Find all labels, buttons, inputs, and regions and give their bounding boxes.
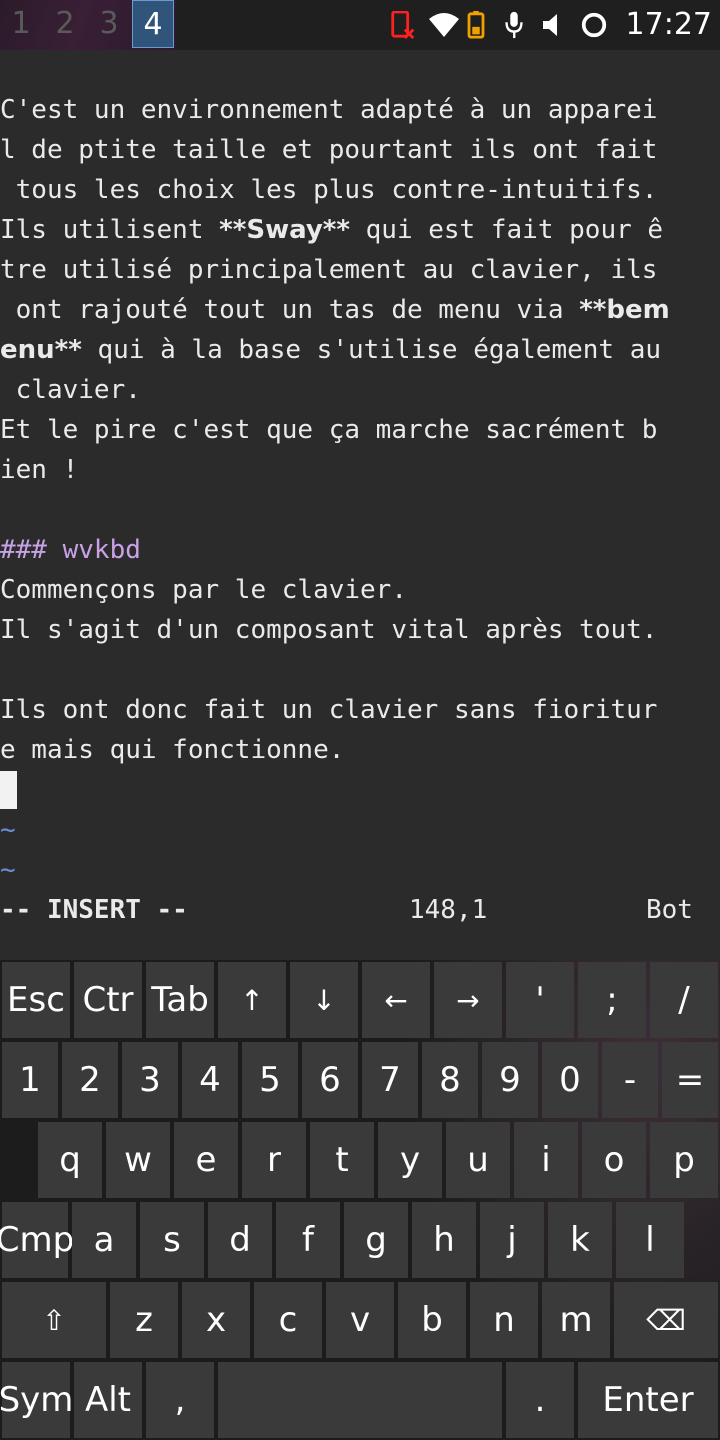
key-v[interactable]: v <box>326 1282 394 1358</box>
text-line: enu** qui à la base s'utilise également … <box>0 330 661 370</box>
key-shift[interactable]: ⇧ <box>2 1282 106 1358</box>
key-r[interactable]: r <box>242 1122 306 1198</box>
key-3[interactable]: 3 <box>122 1042 178 1118</box>
key-arrow-down[interactable]: ↓ <box>290 962 358 1038</box>
markdown-heading: ### wvkbd <box>0 535 141 565</box>
key-tab[interactable]: Tab <box>146 962 214 1038</box>
key-w[interactable]: w <box>106 1122 170 1198</box>
key-8[interactable]: 8 <box>422 1042 478 1118</box>
microphone-icon <box>505 11 523 39</box>
key-ctrl[interactable]: Ctr <box>74 962 142 1038</box>
bold-text-bemenu: **bem <box>579 295 670 325</box>
text-span: ont rajouté tout un tas de menu via <box>0 295 580 325</box>
text-line: ont rajouté tout un tas de menu via **be… <box>0 290 670 330</box>
key-6[interactable]: 6 <box>302 1042 358 1118</box>
key-2[interactable]: 2 <box>62 1042 118 1118</box>
key-alt[interactable]: Alt <box>74 1362 142 1438</box>
key-space[interactable] <box>218 1362 502 1438</box>
key-4[interactable]: 4 <box>182 1042 238 1118</box>
text-line: Ils ont donc fait un clavier sans fiorit… <box>0 695 658 725</box>
text-line: clavier. <box>0 375 141 405</box>
text-line: tous les choix les plus contre-intuitifs… <box>0 175 658 205</box>
key-z[interactable]: z <box>110 1282 178 1358</box>
empty-line-marker: ~ <box>0 815 16 845</box>
key-e[interactable]: e <box>174 1122 238 1198</box>
key-comma[interactable]: , <box>146 1362 214 1438</box>
text-line: ien ! <box>0 455 79 485</box>
text-span: Ils utilisent <box>0 215 220 245</box>
empty-line-marker: ~ <box>0 855 16 885</box>
key-c[interactable]: c <box>254 1282 322 1358</box>
wifi-icon <box>429 13 459 37</box>
circle-indicator-icon <box>581 12 607 38</box>
text-line: Commençons par le clavier. <box>0 575 407 605</box>
phone-disconnected-icon <box>391 11 415 39</box>
key-compose[interactable]: Cmp <box>0 1202 74 1278</box>
key-1[interactable]: 1 <box>2 1042 58 1118</box>
key-arrow-right[interactable]: → <box>434 962 502 1038</box>
key-u[interactable]: u <box>446 1122 510 1198</box>
text-line: tre utilisé principalement au clavier, i… <box>0 255 658 285</box>
key-sym[interactable]: Sym <box>0 1362 73 1438</box>
battery-icon <box>467 11 485 39</box>
key-enter[interactable]: Enter <box>578 1362 718 1438</box>
key-minus[interactable]: - <box>602 1042 658 1118</box>
key-arrow-left[interactable]: ← <box>362 962 430 1038</box>
key-x[interactable]: x <box>182 1282 250 1358</box>
key-p[interactable]: p <box>650 1122 718 1198</box>
speaker-muted-icon <box>543 14 557 36</box>
key-n[interactable]: n <box>470 1282 538 1358</box>
key-q[interactable]: q <box>38 1122 102 1198</box>
workspace-2-button[interactable]: 2 <box>44 0 86 48</box>
key-backspace[interactable]: ⌫ <box>614 1282 718 1358</box>
scroll-position: Bot <box>646 895 693 925</box>
key-period[interactable]: . <box>506 1362 574 1438</box>
key-0[interactable]: 0 <box>542 1042 598 1118</box>
key-esc[interactable]: Esc <box>2 962 70 1038</box>
clock: 17:27 <box>625 7 712 42</box>
key-apostrophe[interactable]: ' <box>506 962 574 1038</box>
key-i[interactable]: i <box>514 1122 578 1198</box>
workspace-4-button[interactable]: 4 <box>132 0 174 48</box>
workspace-3-button[interactable]: 3 <box>88 0 130 48</box>
key-y[interactable]: y <box>378 1122 442 1198</box>
text-span: qui est fait pour ê <box>349 215 664 245</box>
key-7[interactable]: 7 <box>362 1042 418 1118</box>
key-a[interactable]: a <box>72 1202 136 1278</box>
bold-text-sway: **Sway** <box>219 215 350 245</box>
on-screen-keyboard: Esc Ctr Tab ↑ ↓ ← → ' ; / 1 2 3 4 5 6 7 … <box>0 960 720 1440</box>
text-line: e mais qui fonctionne. <box>0 735 345 765</box>
key-slash[interactable]: / <box>650 962 718 1038</box>
text-line: Et le pire c'est que ça marche sacrément… <box>0 415 658 445</box>
text-editor[interactable]: C'est un environnement adapté à un appar… <box>0 50 720 960</box>
cursor-position: 148,1 <box>409 895 488 925</box>
key-b[interactable]: b <box>398 1282 466 1358</box>
workspace-1-button[interactable]: 1 <box>0 0 42 48</box>
text-line: C'est un environnement adapté à un appar… <box>0 95 658 125</box>
status-bar: 1 2 3 4 17:27 <box>0 0 720 50</box>
key-9[interactable]: 9 <box>482 1042 538 1118</box>
key-f[interactable]: f <box>276 1202 340 1278</box>
key-k[interactable]: k <box>548 1202 612 1278</box>
key-equals[interactable]: = <box>662 1042 718 1118</box>
key-s[interactable]: s <box>140 1202 204 1278</box>
key-5[interactable]: 5 <box>242 1042 298 1118</box>
key-m[interactable]: m <box>542 1282 610 1358</box>
key-o[interactable]: o <box>582 1122 646 1198</box>
key-l[interactable]: l <box>616 1202 684 1278</box>
text-cursor <box>0 771 17 809</box>
text-line: l de ptite taille et pourtant ils ont fa… <box>0 135 658 165</box>
key-arrow-up[interactable]: ↑ <box>218 962 286 1038</box>
key-h[interactable]: h <box>412 1202 476 1278</box>
text-line: Il s'agit d'un composant vital après tou… <box>0 615 658 645</box>
text-line: Ils utilisent **Sway** qui est fait pour… <box>0 210 663 250</box>
bold-text-bemenu-end: enu** <box>0 335 82 365</box>
key-t[interactable]: t <box>310 1122 374 1198</box>
key-semicolon[interactable]: ; <box>578 962 646 1038</box>
text-span: qui à la base s'utilise également au <box>81 335 662 365</box>
key-j[interactable]: j <box>480 1202 544 1278</box>
mode-indicator: -- INSERT -- <box>0 895 188 925</box>
key-g[interactable]: g <box>344 1202 408 1278</box>
key-d[interactable]: d <box>208 1202 272 1278</box>
